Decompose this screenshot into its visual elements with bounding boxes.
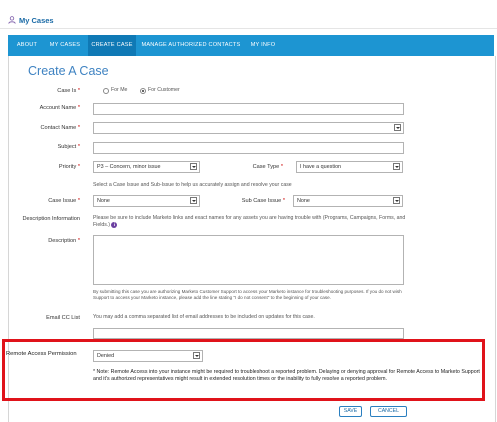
cancel-button[interactable]: CANCEL [370,406,407,417]
save-button[interactable]: SAVE [339,406,362,417]
subject-input[interactable] [93,142,404,154]
radio-for-me[interactable] [103,88,109,94]
tab-my-cases[interactable]: MY CASES [46,35,84,56]
divider [0,28,497,29]
sub-case-issue-select[interactable]: None [293,195,403,207]
tab-create-case[interactable]: CREATE CASE [88,35,136,56]
chevron-down-icon [393,163,400,170]
consent-text: By submitting this case you are authoriz… [93,289,402,300]
remote-access-note: * Note: Remote Access into your instance… [93,369,480,383]
case-issue-select[interactable]: None [93,195,200,207]
case-type-label: Case Type * [252,164,283,170]
radio-for-customer[interactable] [140,88,146,94]
issue-help-text: Select a Case Issue and Sub-Issue to hel… [93,182,292,188]
priority-label: Priority * [58,164,80,170]
radio-for-customer-label: For Customer [148,87,180,93]
chevron-down-icon [193,352,200,359]
info-icon[interactable]: i [111,222,118,228]
case-is-label: Case Is * [57,88,80,94]
tab-my-info[interactable]: MY INFO [246,35,280,56]
description-textarea[interactable] [93,235,404,285]
case-type-select[interactable]: I have a question [296,161,403,173]
tab-about[interactable]: ABOUT [12,35,42,56]
chevron-down-icon [190,163,197,170]
subject-label: Subject * [57,144,80,150]
description-info-label: Description Information [22,216,80,222]
chevron-down-icon [393,197,400,204]
chevron-down-icon [190,197,197,204]
case-issue-label: Case Issue * [48,198,80,204]
page-header: My Cases [8,16,54,25]
remote-access-select[interactable]: Denied [93,350,203,362]
account-name-label: Account Name * [39,105,80,111]
email-cc-label: Email CC List [46,315,80,321]
chevron-down-icon [394,124,401,131]
description-label: Description * [48,238,80,244]
email-cc-help: You may add a comma separated list of em… [93,314,315,320]
remote-access-label: Remote Access Permission [6,351,77,357]
priority-select[interactable]: P3 – Concern, minor issue [93,161,200,173]
contact-name-select[interactable] [93,122,404,134]
main-nav: ABOUT MY CASES CREATE CASE MANAGE AUTHOR… [8,35,494,56]
email-cc-input[interactable] [93,328,404,339]
account-name-input[interactable] [93,103,404,115]
tab-manage-authorized-contacts[interactable]: MANAGE AUTHORIZED CONTACTS [140,35,242,56]
description-info-text: Please be sure to include Marketo links … [93,215,406,228]
sub-case-issue-label: Sub Case Issue * [241,198,285,204]
radio-for-me-label: For Me [111,87,128,93]
form-title: Create A Case [28,64,109,78]
page-title: My Cases [19,16,54,25]
user-icon [8,16,16,24]
contact-name-label: Contact Name * [40,125,80,131]
